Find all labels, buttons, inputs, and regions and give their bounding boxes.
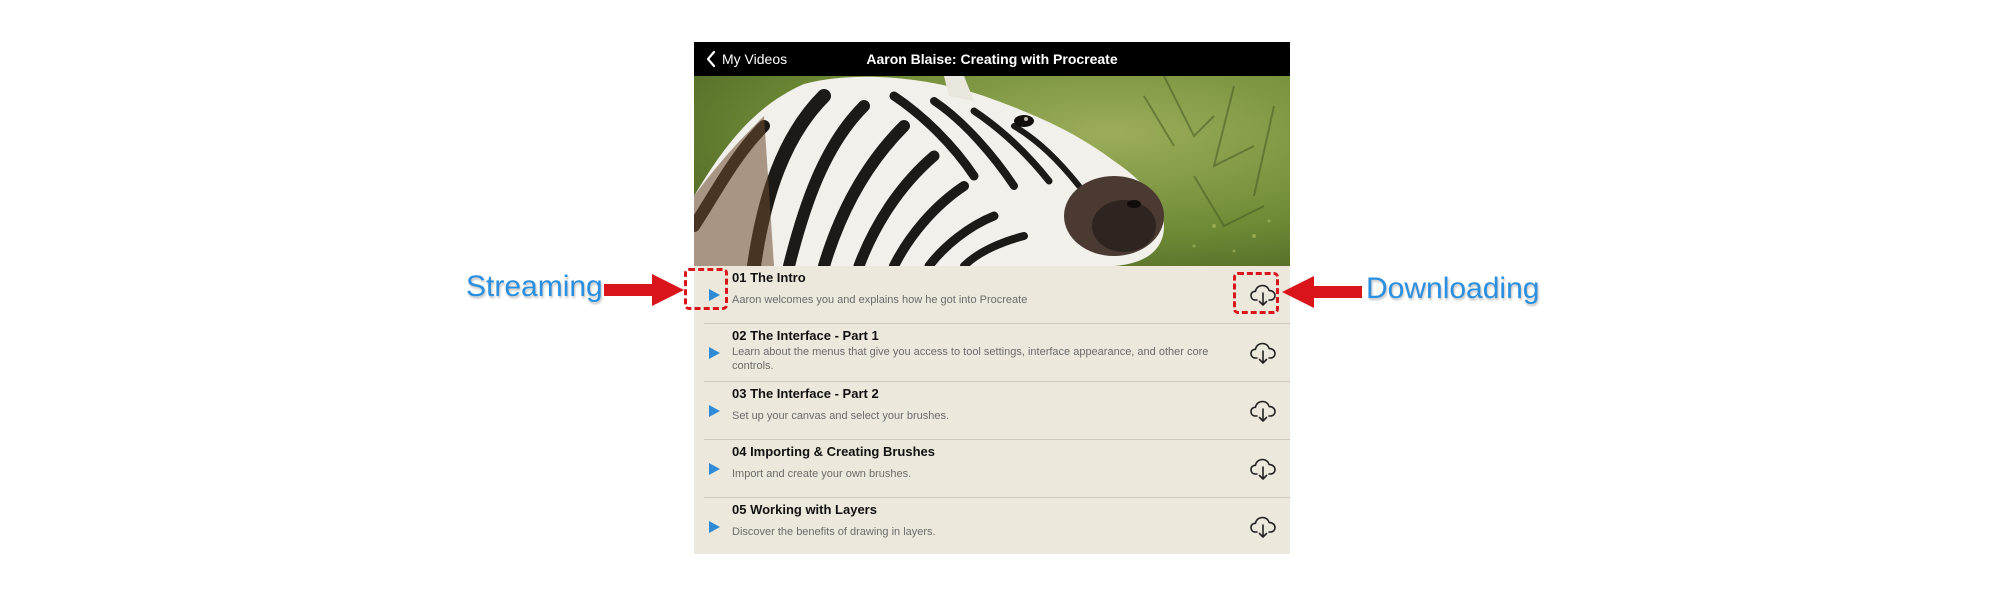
lesson-row[interactable]: 05 Working with Layers Discover the bene… [704, 498, 1290, 556]
lesson-row[interactable]: 03 The Interface - Part 2 Set up your ca… [704, 382, 1290, 440]
left-arrow-icon [1282, 276, 1362, 308]
streaming-highlight-box [684, 268, 728, 310]
lesson-title: 05 Working with Layers [732, 502, 877, 517]
lesson-row[interactable]: 02 The Interface - Part 1 Learn about th… [704, 324, 1290, 382]
cloud-download-icon[interactable] [1248, 339, 1278, 367]
cloud-download-icon[interactable] [1248, 513, 1278, 541]
play-icon[interactable] [704, 459, 724, 479]
back-button[interactable]: My Videos [702, 42, 787, 76]
back-label: My Videos [722, 51, 788, 67]
navigation-bar: My Videos Aaron Blaise: Creating with Pr… [694, 42, 1290, 76]
lesson-description: Set up your canvas and select your brush… [732, 410, 950, 422]
right-arrow-icon [604, 274, 684, 306]
lesson-list: 01 The Intro Aaron welcomes you and expl… [694, 266, 1290, 556]
chevron-left-icon [702, 42, 720, 76]
lesson-description: Import and create your own brushes. [732, 468, 912, 480]
lesson-description: Learn about the menus that give you acce… [732, 346, 1209, 372]
downloading-highlight-box [1233, 272, 1279, 314]
cloud-download-icon[interactable] [1248, 455, 1278, 483]
lesson-description: Discover the benefits of drawing in laye… [732, 526, 936, 538]
lesson-row[interactable]: 04 Importing & Creating Brushes Import a… [704, 440, 1290, 498]
lesson-title: 02 The Interface - Part 1 [732, 328, 879, 343]
course-hero-image [694, 76, 1290, 266]
lesson-description: Aaron welcomes you and explains how he g… [732, 294, 1028, 306]
lesson-row[interactable]: 01 The Intro Aaron welcomes you and expl… [704, 266, 1290, 324]
cloud-download-icon[interactable] [1248, 397, 1278, 425]
play-icon[interactable] [704, 517, 724, 537]
streaming-label: Streaming [466, 270, 603, 303]
play-icon[interactable] [704, 343, 724, 363]
play-icon[interactable] [704, 401, 724, 421]
lesson-title: 04 Importing & Creating Brushes [732, 444, 935, 459]
lesson-title: 01 The Intro [732, 270, 806, 285]
downloading-label: Downloading [1366, 272, 1540, 305]
lesson-title: 03 The Interface - Part 2 [732, 386, 879, 401]
app-screen: My Videos Aaron Blaise: Creating with Pr… [694, 42, 1290, 554]
